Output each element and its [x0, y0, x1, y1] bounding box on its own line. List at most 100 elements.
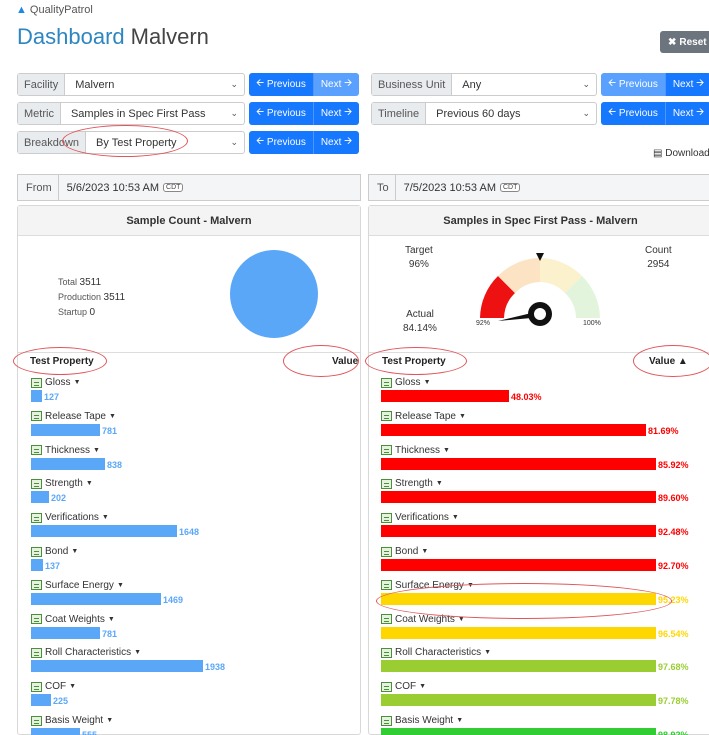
row-label[interactable]: Basis Weight ▼	[31, 715, 113, 726]
list-item[interactable]: COF ▼ 225	[31, 681, 361, 715]
row-label[interactable]: Roll Characteristics ▼	[31, 647, 141, 658]
row-label[interactable]: Verifications ▼	[31, 512, 109, 523]
row-label[interactable]: COF ▼	[381, 681, 426, 692]
caret-down-icon[interactable]: ▼	[421, 548, 428, 555]
caret-down-icon[interactable]: ▼	[117, 582, 124, 589]
breakdown-previous-button[interactable]: 🡨 Previous	[249, 131, 313, 154]
row-label[interactable]: Release Tape ▼	[381, 411, 466, 422]
list-item[interactable]: Roll Characteristics ▼ 97.68%	[381, 647, 709, 681]
facility-previous-button[interactable]: 🡨 Previous	[249, 73, 313, 96]
row-name: Bond	[395, 546, 419, 557]
value-bar	[381, 694, 656, 707]
brand[interactable]: ▲ QualityPatrol	[16, 4, 93, 16]
list-item[interactable]: Basis Weight ▼ 98.92%	[381, 715, 709, 735]
list-item[interactable]: Gloss ▼ 127	[31, 377, 361, 411]
row-label[interactable]: Release Tape ▼	[31, 411, 116, 422]
download-link[interactable]: ▤ Download	[653, 148, 709, 159]
row-label[interactable]: Roll Characteristics ▼	[381, 647, 491, 658]
row-label[interactable]: Strength ▼	[31, 478, 93, 489]
list-item[interactable]: Release Tape ▼ 81.69%	[381, 411, 709, 445]
row-name: Release Tape	[45, 410, 106, 422]
list-item[interactable]: Verifications ▼ 92.48%	[381, 512, 709, 546]
table-chart-icon	[31, 377, 42, 388]
business-unit-next-button[interactable]: Next 🡪	[664, 73, 709, 96]
caret-down-icon[interactable]: ▼	[102, 514, 109, 521]
caret-down-icon[interactable]: ▼	[436, 480, 443, 487]
caret-down-icon[interactable]: ▼	[71, 548, 78, 555]
business-unit-previous-button[interactable]: 🡨 Previous	[601, 73, 665, 96]
caret-down-icon[interactable]: ▼	[134, 649, 141, 656]
timeline-previous-button[interactable]: 🡨 Previous	[601, 102, 665, 125]
metric-value: Samples in Spec First Pass	[70, 107, 206, 120]
metric-select[interactable]: Metric Samples in Spec First Pass ⌄	[17, 102, 245, 125]
list-item[interactable]: Surface Energy ▼ 1469	[31, 580, 361, 614]
metric-nav: 🡨 Previous Next 🡪	[249, 102, 360, 125]
row-name: Surface Energy	[45, 579, 114, 591]
caret-down-icon[interactable]: ▼	[69, 683, 76, 690]
row-label[interactable]: Verifications ▼	[381, 512, 459, 523]
list-item[interactable]: Roll Characteristics ▼ 1938	[31, 647, 361, 681]
metric-previous-button[interactable]: 🡨 Previous	[249, 102, 313, 125]
facility-select[interactable]: Facility Malvern ⌄	[17, 73, 245, 96]
row-label[interactable]: COF ▼	[31, 681, 76, 692]
caret-down-icon[interactable]: ▼	[109, 413, 116, 420]
list-item[interactable]: Thickness ▼ 838	[31, 445, 361, 479]
reset-button[interactable]: ✖ Reset	[660, 31, 709, 53]
caret-down-icon[interactable]: ▼	[108, 616, 115, 623]
row-name: Coat Weights	[45, 613, 105, 625]
list-item[interactable]: Verifications ▼ 1648	[31, 512, 361, 546]
row-name: Verifications	[395, 512, 449, 524]
list-item[interactable]: Bond ▼ 137	[31, 546, 361, 580]
from-date[interactable]: From 5/6/2023 10:53 AM CDT	[17, 174, 361, 201]
caret-down-icon[interactable]: ▼	[93, 447, 100, 454]
timeline-select[interactable]: Timeline Previous 60 days ⌄	[371, 102, 597, 125]
caret-down-icon[interactable]: ▼	[459, 413, 466, 420]
list-item[interactable]: Thickness ▼ 85.92%	[381, 445, 709, 479]
caret-down-icon[interactable]: ▼	[86, 480, 93, 487]
facility-next-button[interactable]: Next 🡪	[312, 73, 360, 96]
business-unit-select[interactable]: Business Unit Any ⌄	[371, 73, 597, 96]
list-item[interactable]: Gloss ▼ 48.03%	[381, 377, 709, 411]
row-label[interactable]: Strength ▼	[381, 478, 443, 489]
row-label[interactable]: Bond ▼	[31, 546, 78, 557]
value-bar	[31, 423, 100, 436]
caret-down-icon[interactable]: ▼	[484, 649, 491, 656]
list-item[interactable]: Release Tape ▼ 781	[31, 411, 361, 445]
row-label[interactable]: Thickness ▼	[31, 445, 100, 456]
bar-value: 1938	[205, 662, 226, 673]
list-item[interactable]: COF ▼ 97.78%	[381, 681, 709, 715]
caret-down-icon[interactable]: ▼	[74, 379, 81, 386]
row-label[interactable]: Gloss ▼	[31, 377, 81, 388]
page-title: Dashboard Malvern	[17, 24, 209, 50]
value-bar	[381, 559, 656, 571]
row-label[interactable]: Basis Weight ▼	[381, 715, 463, 726]
row-name: Gloss	[45, 377, 71, 388]
value-bar	[381, 390, 509, 402]
row-name: Strength	[45, 478, 83, 490]
row-name: Thickness	[395, 444, 441, 456]
caret-down-icon[interactable]: ▼	[456, 717, 463, 724]
caret-down-icon[interactable]: ▼	[419, 683, 426, 690]
timeline-next-button[interactable]: Next 🡪	[664, 102, 709, 125]
list-item[interactable]: Coat Weights ▼ 781	[31, 614, 361, 648]
row-label[interactable]: Surface Energy ▼	[31, 580, 124, 591]
bar-value: 98.92%	[658, 730, 689, 735]
to-date[interactable]: To 7/5/2023 10:53 AM CDT	[368, 174, 709, 201]
list-item[interactable]: Strength ▼ 202	[31, 478, 361, 512]
list-item[interactable]: Bond ▼ 92.70%	[381, 546, 709, 580]
from-value: 5/6/2023 10:53 AM	[66, 181, 160, 194]
caret-down-icon[interactable]: ▼	[443, 447, 450, 454]
value-bar	[31, 457, 105, 470]
row-label[interactable]: Thickness ▼	[381, 445, 450, 456]
row-label[interactable]: Bond ▼	[381, 546, 428, 557]
caret-down-icon[interactable]: ▼	[424, 379, 431, 386]
caret-down-icon[interactable]: ▼	[452, 514, 459, 521]
table-chart-icon	[381, 478, 392, 489]
caret-down-icon[interactable]: ▼	[106, 717, 113, 724]
list-item[interactable]: Basis Weight ▼ 555	[31, 715, 361, 735]
list-item[interactable]: Strength ▼ 89.60%	[381, 478, 709, 512]
row-label[interactable]: Coat Weights ▼	[31, 614, 115, 625]
breakdown-next-button[interactable]: Next 🡪	[312, 131, 360, 154]
row-label[interactable]: Gloss ▼	[381, 377, 431, 388]
metric-next-button[interactable]: Next 🡪	[312, 102, 360, 125]
